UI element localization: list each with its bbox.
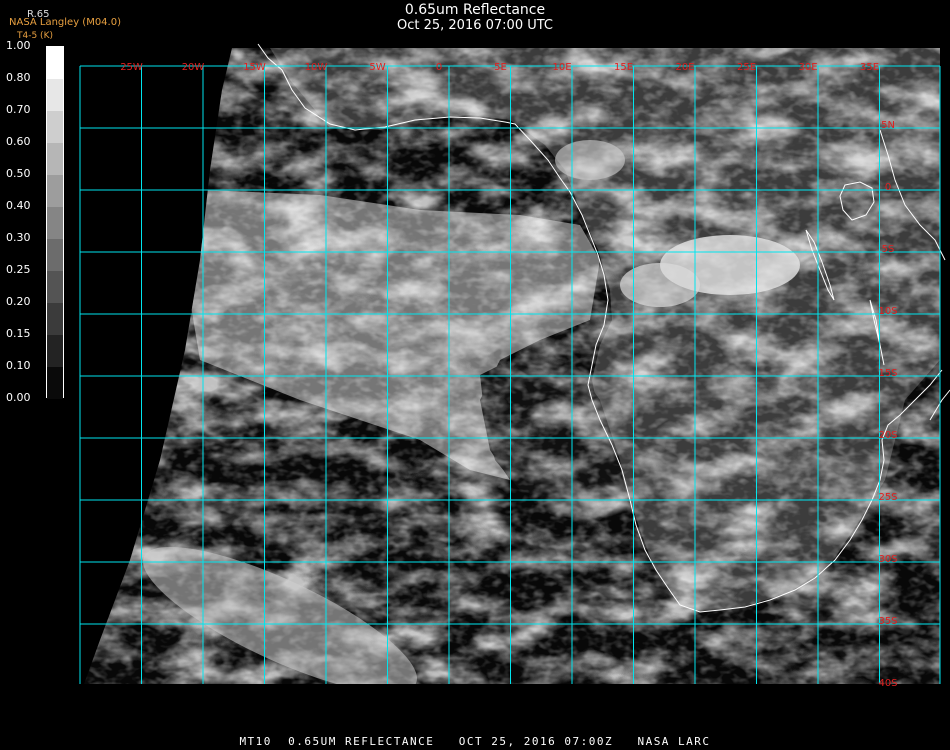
colorbar-segment (47, 207, 63, 239)
colorbar-tick-label: 0.30 (6, 231, 31, 244)
colorbar-segment (47, 239, 63, 271)
latitude-label: 25S (878, 492, 897, 503)
colorbar-tick-label: 0.00 (6, 391, 31, 404)
colorbar-segment (47, 367, 63, 399)
satellite-viewer: 25W 20W 15W 10W 5W 0 5E 10E 15E 20E 25E 30E 35E 5N 0 5… (0, 0, 950, 750)
latitude-label: 30S (878, 554, 897, 565)
colorbar-segment (47, 47, 63, 79)
longitude-label: 25W (120, 62, 143, 73)
colorbar-tick-label: 0.20 (6, 295, 31, 308)
convective-cloud (620, 263, 700, 307)
image-timestamp: Oct 25, 2016 07:00 UTC (397, 18, 553, 33)
longitude-label: 35E (860, 62, 879, 73)
colorbar-tick-label: 1.00 (6, 39, 31, 52)
colorbar-tick-label: 0.25 (6, 263, 31, 276)
colorbar-segment (47, 303, 63, 335)
latitude-label: 5N (881, 120, 895, 131)
longitude-label: 0 (436, 62, 442, 73)
latitude-label: 35S (878, 616, 897, 627)
colorbar-tick-label: 0.15 (6, 327, 31, 340)
longitude-label: 25E (737, 62, 756, 73)
longitude-label: 5E (494, 62, 507, 73)
footer-caption: MT10 0.65UM REFLECTANCE OCT 25, 2016 07:… (239, 735, 711, 748)
longitude-label: 5W (369, 62, 385, 73)
colorbar-segment (47, 335, 63, 367)
colorbar-tick-label: 0.10 (6, 359, 31, 372)
colorbar-segment (47, 271, 63, 303)
longitude-label: 10W (305, 62, 328, 73)
latitude-label: 0 (885, 182, 891, 193)
latitude-label: 10S (878, 306, 897, 317)
latitude-label: 5S (882, 244, 895, 255)
longitude-label: 15E (614, 62, 633, 73)
longitude-label: 10E (552, 62, 571, 73)
colorbar-tick-label: 0.40 (6, 199, 31, 212)
image-title: 0.65um Reflectance (404, 2, 546, 18)
credit-label: NASA Langley (M04.0) (9, 17, 121, 28)
longitude-label: 15W (243, 62, 266, 73)
longitude-label: 20E (675, 62, 694, 73)
longitude-label: 20W (182, 62, 205, 73)
latitude-label: 15S (878, 368, 897, 379)
satellite-image: 25W 20W 15W 10W 5W 0 5E 10E 15E 20E 25E 30E 35E 5N 0 5… (79, 43, 950, 689)
colorbar-tick-label: 0.50 (6, 167, 31, 180)
convective-cloud (555, 140, 625, 180)
colorbar-segment (47, 143, 63, 175)
colorbar-tick-label: 0.80 (6, 71, 31, 84)
latitude-label: 40S (878, 678, 897, 689)
colorbar-segment (47, 111, 63, 143)
colorbar-segment (47, 79, 63, 111)
colorbar-tick-label: 0.60 (6, 135, 31, 148)
grayscale-colorbar (46, 46, 64, 399)
latitude-label: 20S (878, 430, 897, 441)
colorbar-tick-label: 0.70 (6, 103, 31, 116)
colorbar-segment (47, 175, 63, 207)
longitude-label: 30E (798, 62, 817, 73)
